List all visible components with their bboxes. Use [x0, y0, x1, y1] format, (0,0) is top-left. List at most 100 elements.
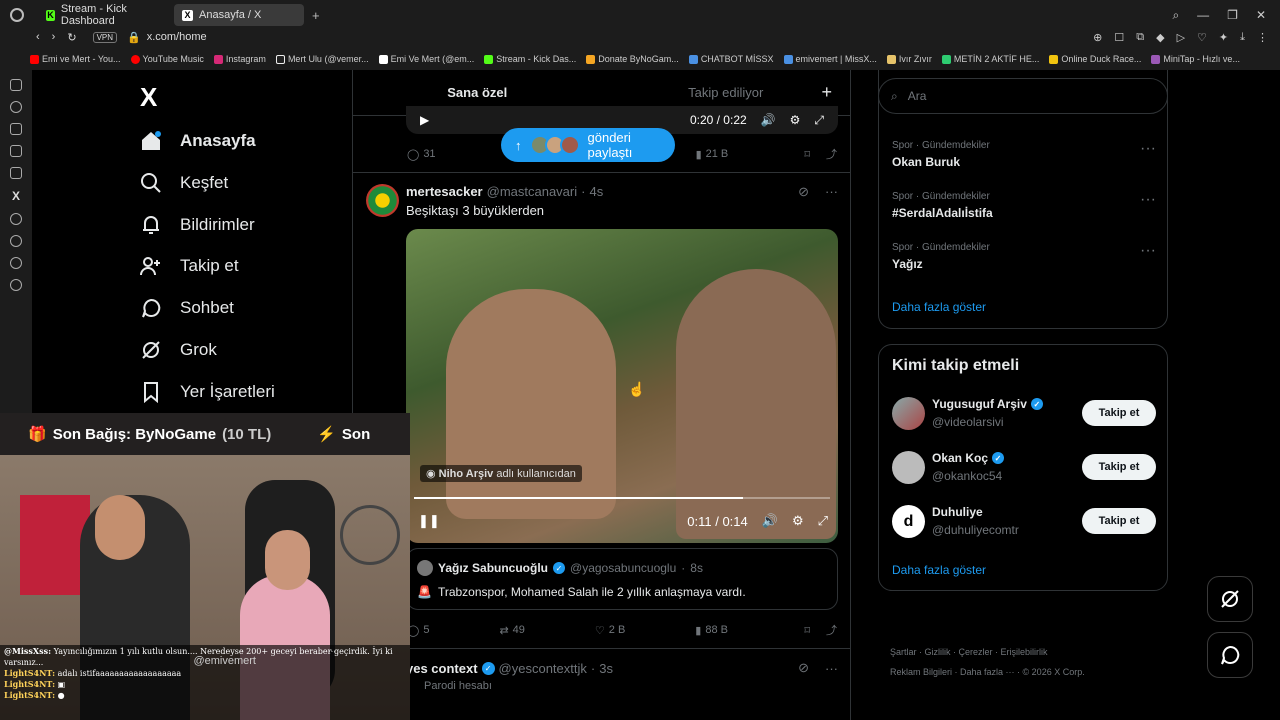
settings-icon[interactable]: ⚙	[790, 113, 801, 127]
bookmark-item[interactable]: Instagram	[213, 54, 266, 64]
heart-icon[interactable]: ♡	[1197, 31, 1207, 44]
add-tab-button[interactable]: +	[821, 82, 832, 103]
download-icon[interactable]: ⤓	[1240, 31, 1245, 44]
nav-item-explore[interactable]: Keşfet	[140, 172, 228, 194]
more-icon[interactable]: ···	[825, 184, 838, 200]
more-icon[interactable]: ⋮	[1257, 31, 1268, 44]
trend-item[interactable]: Spor · Gündemdekiler Okan Buruk ···	[892, 140, 1156, 169]
x-logo[interactable]: X	[140, 82, 157, 113]
back-icon[interactable]: ‹	[36, 31, 40, 43]
views-button[interactable]: ▮ 21 B	[696, 148, 729, 161]
footer-link[interactable]: Reklam Bilgileri	[890, 667, 952, 677]
show-more-link[interactable]: Daha fazla göster	[892, 300, 986, 314]
bookmark-item[interactable]: Emi Ve Mert (@em...	[378, 54, 474, 64]
bookmark-item[interactable]: Mert Ulu (@vemer...	[275, 54, 369, 64]
quoted-tweet[interactable]: Yağız Sabuncuoğlu ✓ @yagosabuncuoglu · 8…	[406, 548, 838, 610]
more-icon[interactable]: ···	[1140, 242, 1156, 260]
settings-icon[interactable]	[10, 279, 22, 291]
bookmark-item[interactable]: emivemert | MissX...	[783, 54, 877, 64]
author-name[interactable]: mertesacker	[406, 184, 483, 200]
search-icon[interactable]: ⌕	[1172, 8, 1179, 23]
views-button[interactable]: ▮ 88 B	[695, 624, 728, 637]
tweet-video[interactable]: ◉ Niho Arşiv adlı kullanıcıdan ❚❚ 0:11 /…	[406, 229, 838, 543]
author-name[interactable]: yes context	[406, 661, 478, 676]
more-icon[interactable]: ···	[1140, 140, 1156, 158]
follow-button[interactable]: Takip et	[1082, 454, 1156, 480]
volume-icon[interactable]: 🔊	[762, 513, 778, 529]
bookmark-item[interactable]: Online Duck Race...	[1049, 54, 1141, 64]
shield-icon[interactable]: ◆	[1156, 31, 1164, 44]
tweet-time[interactable]: 4s	[589, 184, 603, 200]
bookmark-item[interactable]: Emi ve Mert - You...	[30, 54, 121, 64]
footer-link[interactable]: Gizlilik	[925, 647, 951, 657]
follow-suggestion[interactable]: Okan Koç ✓ @okankoc54 Takip et	[892, 449, 1156, 485]
trend-item[interactable]: Spor · Gündemdekiler Yağız ···	[892, 242, 1156, 271]
close-icon[interactable]: ✕	[1256, 8, 1266, 23]
like-button[interactable]: ♡ 2 B	[595, 624, 625, 637]
more-icon[interactable]: ···	[328, 646, 336, 657]
maximize-icon[interactable]: ❐	[1227, 8, 1238, 23]
bookmark-item[interactable]: Donate ByNoGam...	[586, 54, 679, 64]
rail-icon[interactable]	[10, 145, 22, 157]
grok-fab[interactable]	[1207, 576, 1253, 622]
bookmark-item[interactable]: YouTube Music	[130, 54, 204, 64]
rail-icon[interactable]	[10, 167, 22, 179]
rail-icon[interactable]	[10, 101, 22, 113]
share-button[interactable]: ⤴	[826, 146, 837, 162]
bookmark-page-icon[interactable]: ☐	[1114, 31, 1124, 44]
nav-item-notifications[interactable]: Bildirimler	[140, 214, 255, 236]
rail-icon[interactable]	[10, 79, 22, 91]
trend-item[interactable]: Spor · Gündemdekiler #SerdalAdalıİstifa …	[892, 191, 1156, 220]
grok-icon[interactable]: ⊘	[798, 184, 809, 200]
play-icon[interactable]: ▷	[1177, 31, 1185, 44]
extensions-icon[interactable]: ✦	[1219, 31, 1228, 44]
pause-icon[interactable]: ❚❚	[418, 513, 440, 529]
author-handle[interactable]: @mastcanavari	[487, 184, 578, 200]
reload-icon[interactable]: ↻	[67, 31, 76, 44]
browser-tab-x[interactable]: X Anasayfa / X	[174, 4, 304, 26]
grok-icon[interactable]: ⊘	[798, 660, 809, 676]
follow-button[interactable]: Takip et	[1082, 400, 1156, 426]
bookmark-item[interactable]: METİN 2 AKTİF HE...	[941, 54, 1039, 64]
nav-item-follow[interactable]: Takip et	[140, 255, 239, 277]
play-icon[interactable]: ▶	[420, 113, 429, 127]
author-handle[interactable]: @yescontexttjk	[499, 661, 587, 676]
more-icon[interactable]: ···	[1140, 191, 1156, 209]
fullscreen-icon[interactable]: ⤢	[814, 113, 824, 128]
nav-item-grok[interactable]: Grok	[140, 339, 217, 361]
follow-suggestion[interactable]: Yugusuguf Arşiv ✓ @videolarsivi Takip et	[892, 395, 1156, 431]
messages-fab[interactable]	[1207, 632, 1253, 678]
bookmark-item[interactable]: Stream - Kick Das...	[484, 54, 576, 64]
zoom-icon[interactable]: ⊕	[1093, 31, 1102, 44]
avatar[interactable]	[366, 184, 399, 217]
browser-tab-kick[interactable]: K Stream - Kick Dashboard	[38, 3, 168, 27]
reply-button[interactable]: ◯ 5	[407, 624, 429, 637]
nav-item-home[interactable]: Anasayfa	[140, 130, 256, 152]
settings-icon[interactable]: ⚙	[792, 513, 804, 529]
forward-icon[interactable]: ›	[52, 31, 56, 43]
nav-item-chat[interactable]: Sohbet	[140, 297, 234, 319]
rail-icon[interactable]	[10, 213, 22, 225]
rail-icon[interactable]	[10, 257, 22, 269]
vpn-badge[interactable]: VPN	[92, 31, 118, 43]
minimize-icon[interactable]: —	[1197, 8, 1209, 23]
new-tab-button[interactable]: +	[312, 8, 320, 23]
volume-icon[interactable]: 🔊	[761, 113, 776, 127]
x-icon[interactable]: X	[0, 189, 32, 203]
bookmark-item[interactable]: CHATBOT MİSSX	[688, 54, 774, 64]
footer-link[interactable]: Çerezler	[959, 647, 993, 657]
footer-link[interactable]: Şartlar	[890, 647, 917, 657]
follow-suggestion[interactable]: d Duhuliye @duhuliyecomtr Takip et	[892, 503, 1156, 539]
reply-button[interactable]: ◯ 31	[407, 148, 436, 161]
share-button[interactable]: ⤴	[826, 622, 837, 638]
bookmark-folder[interactable]: Ivır Zıvır	[886, 54, 932, 64]
clock-icon[interactable]	[10, 235, 22, 247]
footer-link[interactable]: Erişilebilirlik	[1001, 647, 1048, 657]
video-progress-bar[interactable]	[414, 497, 830, 499]
footer-link[interactable]: Daha fazla ···	[960, 667, 1015, 677]
follow-button[interactable]: Takip et	[1082, 508, 1156, 534]
bookmark-item[interactable]: MiniTap - Hızlı ve...	[1151, 54, 1240, 64]
nav-item-bookmarks[interactable]: Yer İşaretleri	[140, 381, 275, 403]
fullscreen-icon[interactable]: ⤢	[818, 513, 828, 529]
url-field[interactable]: x.com/home	[147, 31, 207, 43]
